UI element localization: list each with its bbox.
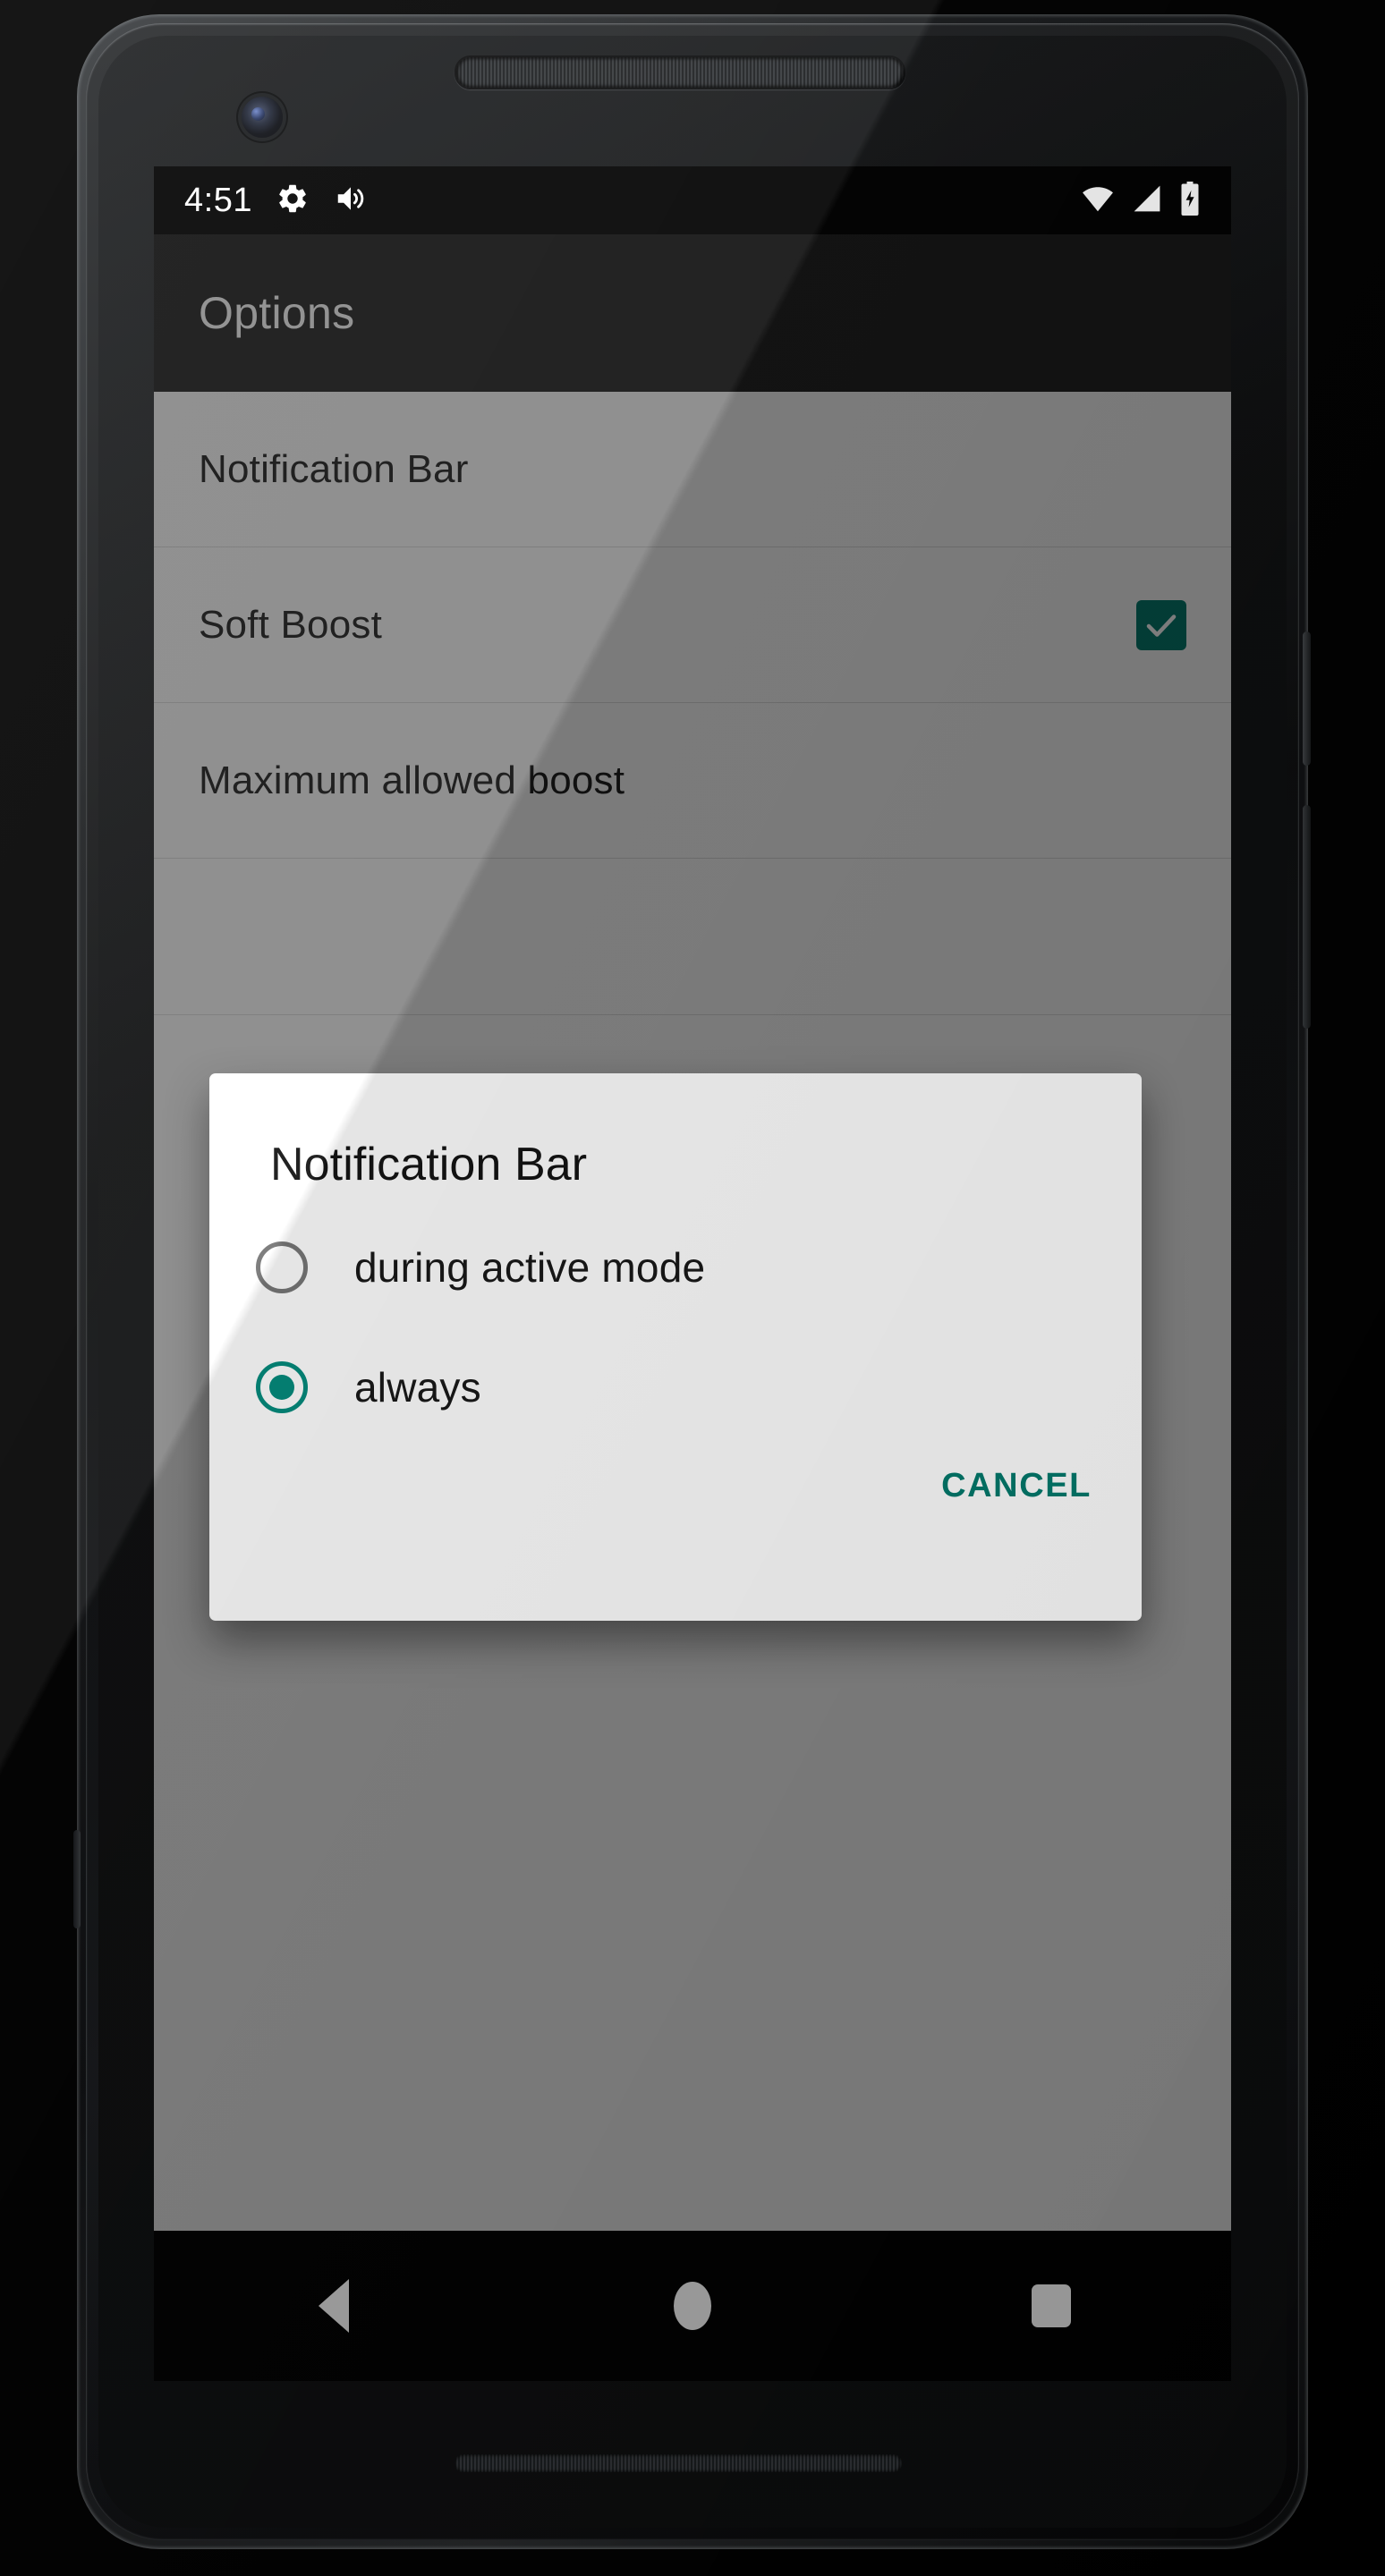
front-camera: [242, 97, 283, 138]
left-side-button[interactable]: [73, 1830, 81, 1928]
radio-option-during-active-mode[interactable]: during active mode: [256, 1241, 705, 1293]
notification-bar-dialog: Notification Bar during active mode alwa…: [209, 1073, 1142, 1621]
gear-icon: [276, 182, 310, 220]
bottom-speaker-grille: [455, 2454, 902, 2472]
radio-selected-icon[interactable]: [256, 1361, 308, 1413]
volume-button[interactable]: [1303, 805, 1311, 1029]
radio-option-label: always: [354, 1364, 481, 1411]
dialog-title: Notification Bar: [270, 1139, 588, 1191]
earpiece-speaker-grille: [455, 55, 905, 89]
status-bar: 4:51: [154, 166, 1231, 234]
status-bar-clock: 4:51: [184, 181, 252, 219]
back-triangle-icon: [318, 2279, 349, 2333]
cellular-signal-icon: [1131, 184, 1163, 217]
wifi-icon: [1081, 185, 1115, 216]
phone-screen: 4:51 Options Notification Bar Soft Boost…: [154, 166, 1231, 2231]
cancel-button[interactable]: CANCEL: [941, 1467, 1092, 1505]
android-navigation-bar: [154, 2231, 1231, 2381]
screenshot-root: 4:51 Options Notification Bar Soft Boost…: [0, 0, 1385, 2576]
radio-option-always[interactable]: always: [256, 1361, 481, 1413]
back-button[interactable]: [253, 2257, 414, 2355]
radio-option-label: during active mode: [354, 1244, 706, 1291]
recents-square-icon: [1032, 2284, 1072, 2327]
battery-charging-icon: [1179, 181, 1201, 220]
radio-unselected-icon[interactable]: [256, 1241, 308, 1293]
volume-up-icon: [333, 182, 369, 220]
power-button[interactable]: [1303, 631, 1311, 766]
status-bar-right: [1081, 181, 1201, 220]
status-bar-left: 4:51: [184, 182, 369, 220]
recents-button[interactable]: [971, 2257, 1132, 2355]
home-circle-icon: [673, 2282, 711, 2330]
home-button[interactable]: [612, 2257, 773, 2355]
